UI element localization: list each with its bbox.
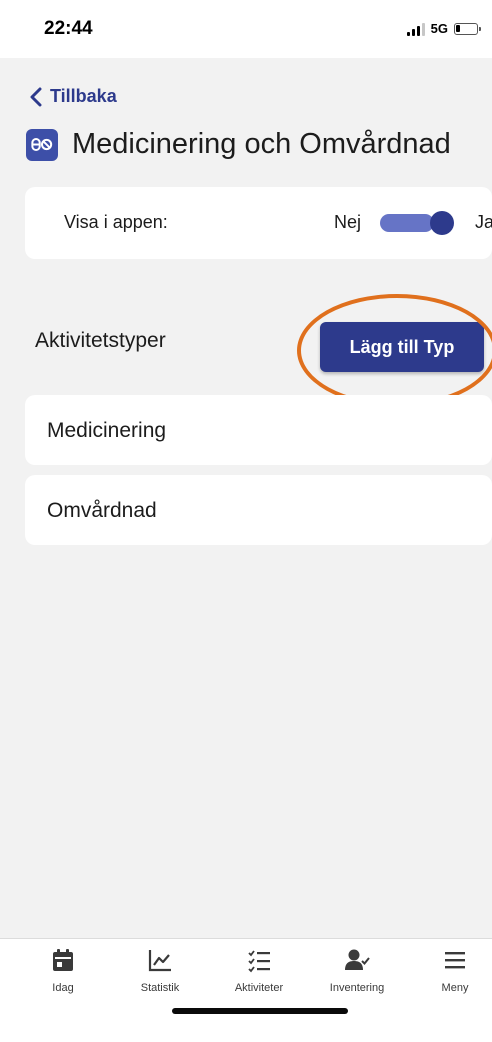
battery-icon xyxy=(454,22,481,35)
back-label: Tillbaka xyxy=(50,86,117,106)
signal-icon xyxy=(406,22,425,36)
add-type-button[interactable]: Lägg till Typ xyxy=(320,322,484,372)
status-icons: 5G xyxy=(406,21,481,36)
tab-bar: Idag Statistik Aktiviteter Inventering M… xyxy=(0,938,492,1042)
tab-label: Idag xyxy=(52,982,74,994)
tab-statistik[interactable]: Statistik xyxy=(111,947,209,994)
network-label: 5G xyxy=(430,21,448,36)
page-title: Medicinering och Omvårdnad xyxy=(72,128,451,160)
tab-meny[interactable]: Meny xyxy=(406,947,492,994)
chart-icon xyxy=(148,950,171,972)
pills-icon xyxy=(26,128,58,161)
menu-icon xyxy=(445,952,465,969)
list-item-medicinering[interactable]: Medicinering xyxy=(25,395,492,465)
toggle-off-label: Nej xyxy=(334,212,362,232)
status-time: 22:44 xyxy=(44,18,93,39)
tab-label: Aktiviteter xyxy=(234,982,284,994)
list-item-label: Omvårdnad xyxy=(47,499,157,522)
visibility-toggle[interactable] xyxy=(380,214,434,232)
tab-label: Meny xyxy=(441,982,469,994)
tab-label: Statistik xyxy=(140,982,180,994)
toggle-on-label: Ja xyxy=(475,212,492,232)
tab-aktiviteter[interactable]: Aktiviteter xyxy=(210,947,308,994)
calendar-icon xyxy=(53,949,73,971)
tab-label: Inventering xyxy=(329,982,385,994)
toggle-knob[interactable] xyxy=(430,211,454,235)
page-title-row: Medicinering och Omvårdnad xyxy=(26,128,451,161)
visibility-card: Visa i appen: Nej Ja xyxy=(25,187,492,259)
list-item-omvardnad[interactable]: Omvårdnad xyxy=(25,475,492,545)
checklist-icon xyxy=(248,950,270,973)
activity-types-heading: Aktivitetstyper xyxy=(35,329,166,352)
back-button[interactable]: Tillbaka xyxy=(28,86,117,107)
home-indicator[interactable] xyxy=(172,1008,348,1014)
chevron-left-icon xyxy=(30,87,42,106)
list-item-label: Medicinering xyxy=(47,419,167,442)
tab-idag[interactable]: Idag xyxy=(14,947,112,994)
tab-inventering[interactable]: Inventering xyxy=(308,947,406,994)
screen: 22:44 5G Tillbaka Medicinering och Omvår… xyxy=(0,0,492,1042)
visibility-label: Visa i appen: xyxy=(64,212,168,232)
person-check-icon xyxy=(345,949,370,970)
status-bar: 22:44 5G xyxy=(0,0,492,58)
